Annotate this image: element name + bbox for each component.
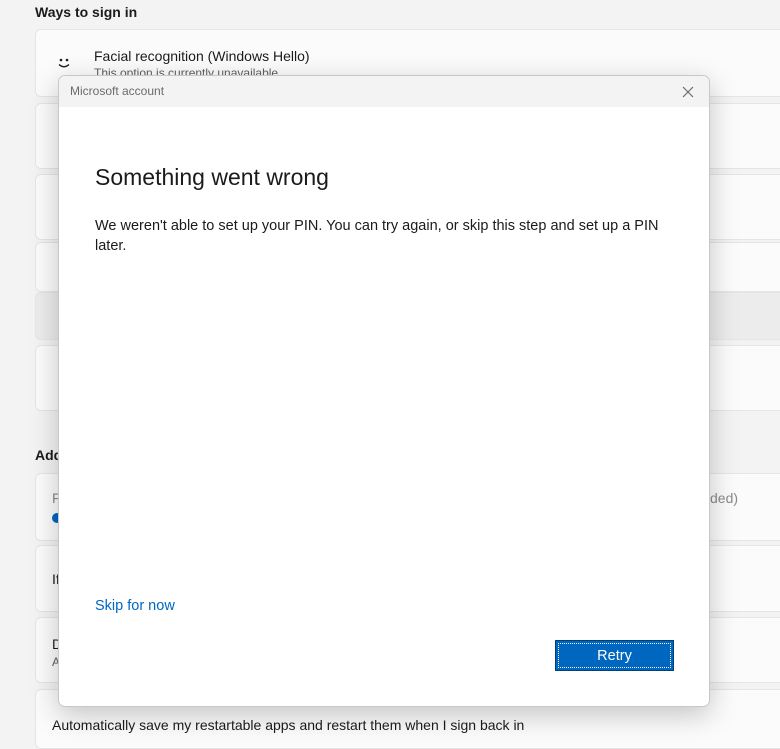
close-icon[interactable] [679,83,697,101]
retry-button[interactable]: Retry [555,640,674,671]
card-additional-1-suffix: ded) [710,490,739,506]
facial-recognition-title: Facial recognition (Windows Hello) [94,48,310,64]
skip-for-now-link[interactable]: Skip for now [95,598,175,614]
section-title-ways-to-sign-in: Ways to sign in [35,4,138,20]
dialog-heading: Something went wrong [95,164,329,190]
microsoft-account-dialog: Microsoft account Something went wrong W… [58,75,710,707]
restart-apps-label: Automatically save my restartable apps a… [52,717,525,733]
dialog-message: We weren't able to set up your PIN. You … [95,218,659,254]
dialog-titlebar: Microsoft account [59,76,709,107]
retry-button-label: Retry [558,643,671,668]
smile-icon [58,58,70,68]
dialog-window-title: Microsoft account [70,84,165,98]
